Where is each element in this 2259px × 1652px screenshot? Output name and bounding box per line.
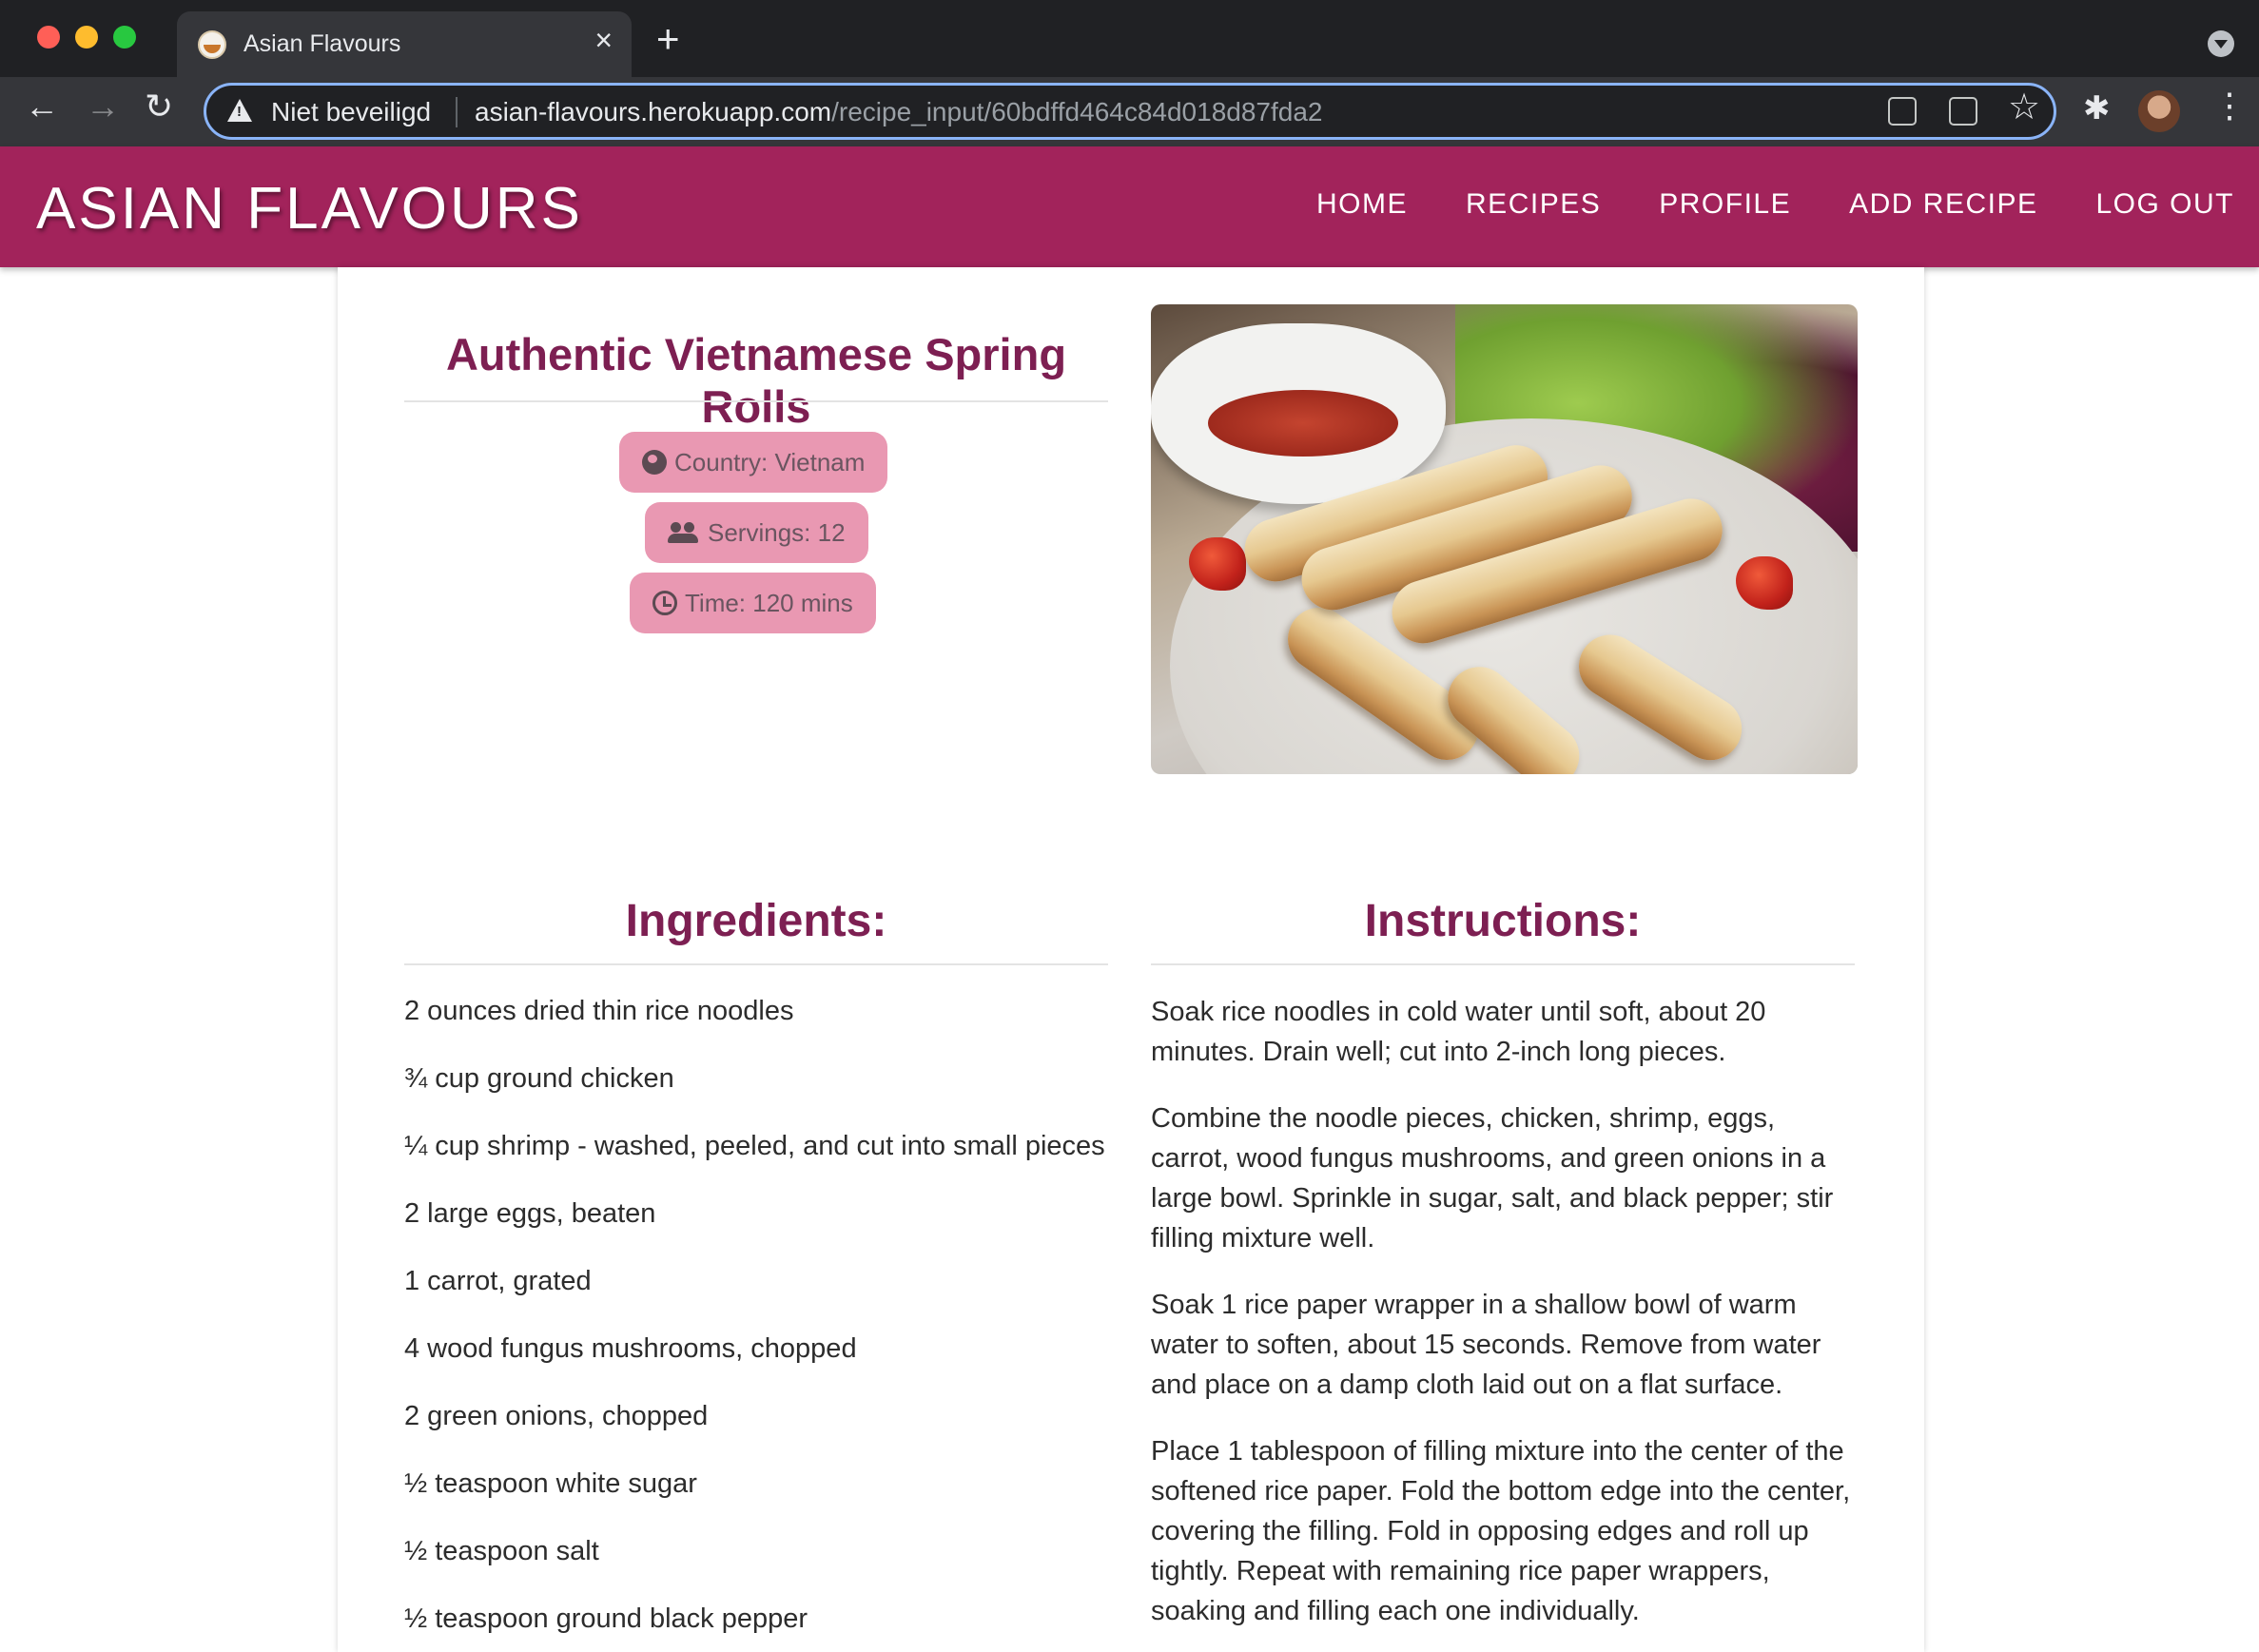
image-dipping-bowl: [1151, 323, 1446, 504]
new-tab-plus-icon[interactable]: +: [656, 19, 680, 59]
qr-code-icon[interactable]: [1888, 97, 1917, 126]
time-label: Time: 120 mins: [685, 588, 853, 617]
ingredient-item: ½ teaspoon salt: [404, 1536, 599, 1566]
browser-toolbar: ← → ↻ Niet beveiligd asian-flavours.hero…: [0, 77, 2259, 146]
tab-title: Asian Flavours: [243, 30, 401, 57]
ingredients-divider: [404, 963, 1108, 965]
users-icon: [668, 522, 700, 543]
instruction-step: Soak 1 rice paper wrapper in a shallow b…: [1151, 1290, 1821, 1400]
browser-tab-active[interactable]: Asian Flavours ×: [177, 11, 632, 77]
clock-icon: [652, 591, 677, 615]
forward-arrow-icon[interactable]: →: [86, 89, 120, 124]
instructions-divider: [1151, 963, 1855, 965]
ingredient-item: 2 ounces dried thin rice noodles: [404, 996, 794, 1026]
warning-icon[interactable]: [227, 99, 252, 122]
noodle-bowl-favicon-icon: [198, 30, 226, 59]
address-bar[interactable]: Niet beveiligd asian-flavours.herokuapp.…: [204, 83, 2056, 140]
nav-log-out[interactable]: LOG OUT: [2095, 188, 2234, 221]
ingredient-item: ½ teaspoon ground black pepper: [404, 1603, 808, 1634]
close-window-button[interactable]: [37, 26, 60, 49]
nav-add-recipe[interactable]: ADD RECIPE: [1849, 188, 2037, 221]
title-divider: [404, 400, 1108, 402]
address-separator: [456, 97, 458, 127]
nav-home[interactable]: HOME: [1316, 188, 1408, 221]
ingredients-heading: Ingredients:: [625, 896, 887, 946]
site-navbar: ASIAN FLAVOURS HOME RECIPES PROFILE ADD …: [0, 146, 2259, 267]
security-indicator[interactable]: Niet beveiligd: [271, 97, 431, 127]
nav-links: HOME RECIPES PROFILE ADD RECIPE LOG OUT: [1258, 188, 2234, 221]
ingredient-item: ¾ cup ground chicken: [404, 1063, 674, 1094]
maximize-window-button[interactable]: [113, 26, 136, 49]
ingredients-list: 2 ounces dried thin rice noodles ¾ cup g…: [404, 992, 1108, 1652]
tab-close-icon[interactable]: ×: [594, 25, 613, 55]
recipe-image: [1151, 304, 1858, 774]
more-menu-icon[interactable]: ⋮: [2212, 88, 2247, 123]
bookmark-star-icon[interactable]: ☆: [2008, 89, 2040, 126]
ingredient-item: 1 carrot, grated: [404, 1266, 592, 1296]
servings-label: Servings: 12: [708, 517, 846, 547]
url-path: /recipe_input/60bdffd464c84d018d87fda2: [831, 97, 1323, 126]
browser-tab-bar: Asian Flavours × +: [0, 0, 2259, 77]
ingredient-item: 4 wood fungus mushrooms, chopped: [404, 1333, 857, 1364]
country-badge: Country: Vietnam: [619, 432, 888, 493]
instruction-step: Soak rice noodles in cold water until so…: [1151, 997, 1766, 1067]
extensions-puzzle-icon[interactable]: ✱: [2083, 92, 2111, 125]
instructions-list: Soak rice noodles in cold water until so…: [1151, 992, 1855, 1652]
instruction-step: Combine the noodle pieces, chicken, shri…: [1151, 1103, 1834, 1254]
ingredient-item: 2 large eggs, beaten: [404, 1198, 656, 1229]
nav-profile[interactable]: PROFILE: [1659, 188, 1791, 221]
translate-icon[interactable]: [1949, 97, 1977, 126]
reload-icon[interactable]: ↻: [145, 89, 173, 124]
minimize-window-button[interactable]: [75, 26, 98, 49]
recipe-title: Authentic Vietnamese Spring Rolls: [445, 329, 1067, 432]
ingredient-item: ¼ cup shrimp - washed, peeled, and cut i…: [404, 1131, 1105, 1161]
country-label: Country: Vietnam: [674, 447, 866, 476]
back-arrow-icon[interactable]: ←: [25, 89, 59, 124]
globe-icon: [642, 450, 667, 475]
time-badge: Time: 120 mins: [630, 573, 876, 633]
url-host: asian-flavours.herokuapp.com: [475, 97, 832, 126]
ingredient-item: 2 green onions, chopped: [404, 1401, 709, 1431]
nav-recipes[interactable]: RECIPES: [1466, 188, 1601, 221]
profile-avatar[interactable]: [2138, 90, 2180, 132]
recipe-card: Authentic Vietnamese Spring Rolls Countr…: [338, 267, 1924, 1652]
ingredient-item: ½ teaspoon white sugar: [404, 1468, 697, 1499]
url-text[interactable]: asian-flavours.herokuapp.com/recipe_inpu…: [475, 97, 1322, 127]
tab-search-chevron-icon[interactable]: [2208, 30, 2234, 57]
instructions-heading: Instructions:: [1364, 896, 1642, 946]
image-sauce: [1208, 390, 1398, 457]
instruction-step: Place 1 tablespoon of filling mixture in…: [1151, 1436, 1851, 1626]
brand-logo-link[interactable]: ASIAN FLAVOURS: [36, 175, 583, 243]
servings-badge: Servings: 12: [645, 502, 868, 563]
